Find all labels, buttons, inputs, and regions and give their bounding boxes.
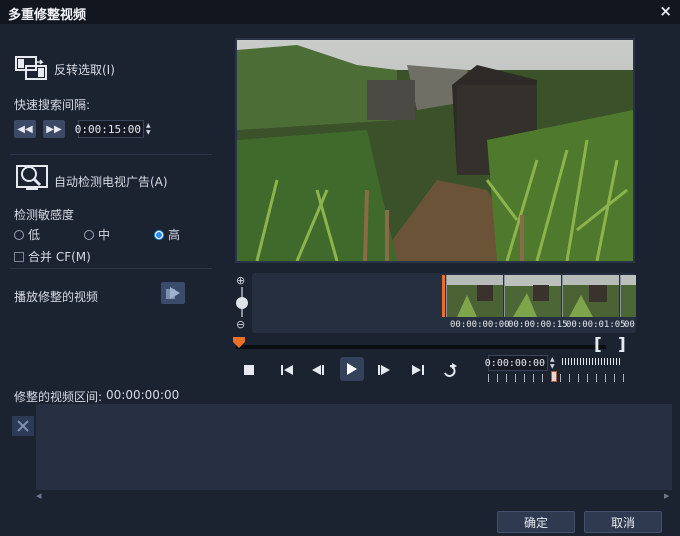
mark-out-button[interactable]: ] — [618, 335, 626, 355]
zoom-slider-thumb[interactable] — [236, 297, 248, 309]
invert-selection-label[interactable]: 反转选取(I) — [54, 61, 115, 78]
close-button[interactable]: × — [659, 2, 672, 20]
divider — [10, 154, 212, 155]
zoom-in-icon[interactable]: ⊕ — [236, 274, 245, 287]
repeat-button[interactable] — [438, 360, 462, 380]
quick-search-spinner[interactable]: ▲ ▼ — [146, 122, 151, 136]
scrubber-track[interactable] — [236, 345, 606, 349]
sensitivity-medium-label: 中 — [98, 228, 111, 242]
timeline-thumbnail[interactable] — [504, 275, 561, 317]
sensitivity-low-option[interactable]: 低 — [14, 226, 40, 243]
scroll-left-icon[interactable]: ◀ — [36, 492, 41, 500]
scrubber-handle[interactable] — [233, 337, 245, 352]
quick-search-field[interactable]: 0:00:15:00 ▲ ▼ — [75, 120, 151, 138]
quick-search-label: 快速搜索间隔: — [14, 98, 91, 112]
stop-button[interactable] — [237, 360, 261, 380]
shuttle-bar[interactable] — [562, 358, 622, 365]
next-frame-icon — [378, 365, 390, 375]
video-preview — [235, 38, 635, 263]
trimmed-range-value: 00:00:00:00 — [106, 388, 180, 402]
timecode-value[interactable]: 0:00:00:00 — [485, 355, 548, 371]
invert-selection-icon[interactable] — [14, 54, 48, 82]
trimmed-clips-panel[interactable] — [36, 404, 672, 490]
play-trimmed-icon — [166, 287, 180, 299]
auto-detect-ads-label[interactable]: 自动检测电视广告(A) — [54, 173, 168, 190]
play-trimmed-button[interactable] — [161, 282, 185, 304]
previous-frame-button[interactable] — [306, 360, 330, 380]
sensitivity-label: 检测敏感度 — [14, 208, 75, 222]
go-to-end-icon — [412, 365, 424, 375]
thumb-time-label: 00 — [624, 320, 635, 330]
mark-in-button[interactable]: [ — [594, 335, 602, 355]
cancel-button[interactable]: 取消 — [584, 511, 662, 533]
ok-button[interactable]: 确定 — [497, 511, 575, 533]
play-button[interactable] — [340, 357, 364, 381]
zoom-out-icon[interactable]: ⊖ — [236, 318, 245, 331]
quick-search-value[interactable]: 0:00:15:00 — [75, 120, 144, 138]
forward-interval-button[interactable]: ▶▶ — [43, 120, 65, 138]
trimmed-range-label: 修整的视频区间: — [14, 390, 103, 404]
go-to-start-icon — [281, 365, 293, 375]
play-icon — [347, 363, 357, 375]
repeat-icon — [444, 363, 457, 377]
sensitivity-low-label: 低 — [28, 228, 41, 242]
sensitivity-medium-radio[interactable] — [84, 229, 94, 240]
stop-icon — [244, 365, 254, 375]
timeline-strip[interactable]: 00:00:00:00 00:00:00:15 00:00:01:05 00 — [252, 273, 636, 333]
auto-detect-ads-icon[interactable] — [14, 162, 50, 192]
sensitivity-medium-option[interactable]: 中 — [84, 226, 110, 243]
timeline-thumbnail[interactable] — [562, 275, 619, 317]
merge-cf-checkbox[interactable] — [14, 251, 24, 262]
merge-cf-label: 合并 CF(M) — [28, 250, 91, 264]
jog-handle[interactable] — [551, 371, 557, 382]
play-trimmed-label: 播放修整的视频 — [14, 290, 99, 304]
window-title: 多重修整视频 — [8, 8, 87, 23]
rewind-interval-button[interactable]: ◀◀ — [14, 120, 36, 138]
thumb-time-label: 00:00:00:00 — [450, 320, 510, 330]
scroll-right-icon[interactable]: ▶ — [664, 492, 669, 500]
merge-cf-option[interactable]: 合并 CF(M) — [14, 248, 91, 265]
thumb-time-label: 00:00:01:05 — [566, 320, 626, 330]
timeline-thumbnail[interactable] — [446, 275, 503, 317]
previous-frame-icon — [312, 365, 324, 375]
timeline-cursor[interactable] — [442, 275, 445, 317]
title-bar — [0, 0, 680, 24]
trimmed-range-info: 修整的视频区间: 00:00:00:00 — [14, 388, 179, 405]
sensitivity-high-label: 高 — [168, 228, 181, 242]
divider — [10, 268, 212, 269]
video-frame-image — [237, 40, 633, 261]
sensitivity-high-radio[interactable] — [154, 229, 164, 240]
timecode-spinner[interactable]: ▲ ▼ — [550, 356, 555, 370]
timeline-thumbnail[interactable] — [620, 275, 636, 317]
go-to-end-button[interactable] — [406, 360, 430, 380]
go-to-start-button[interactable] — [275, 360, 299, 380]
remove-clip-button[interactable] — [12, 416, 34, 436]
timecode-field[interactable]: 0:00:00:00 ▲ ▼ — [485, 355, 555, 371]
thumb-time-label: 00:00:00:15 — [508, 320, 568, 330]
sensitivity-high-option[interactable]: 高 — [154, 226, 180, 243]
delete-icon — [17, 420, 29, 432]
sensitivity-low-radio[interactable] — [14, 229, 24, 240]
next-frame-button[interactable] — [372, 360, 396, 380]
